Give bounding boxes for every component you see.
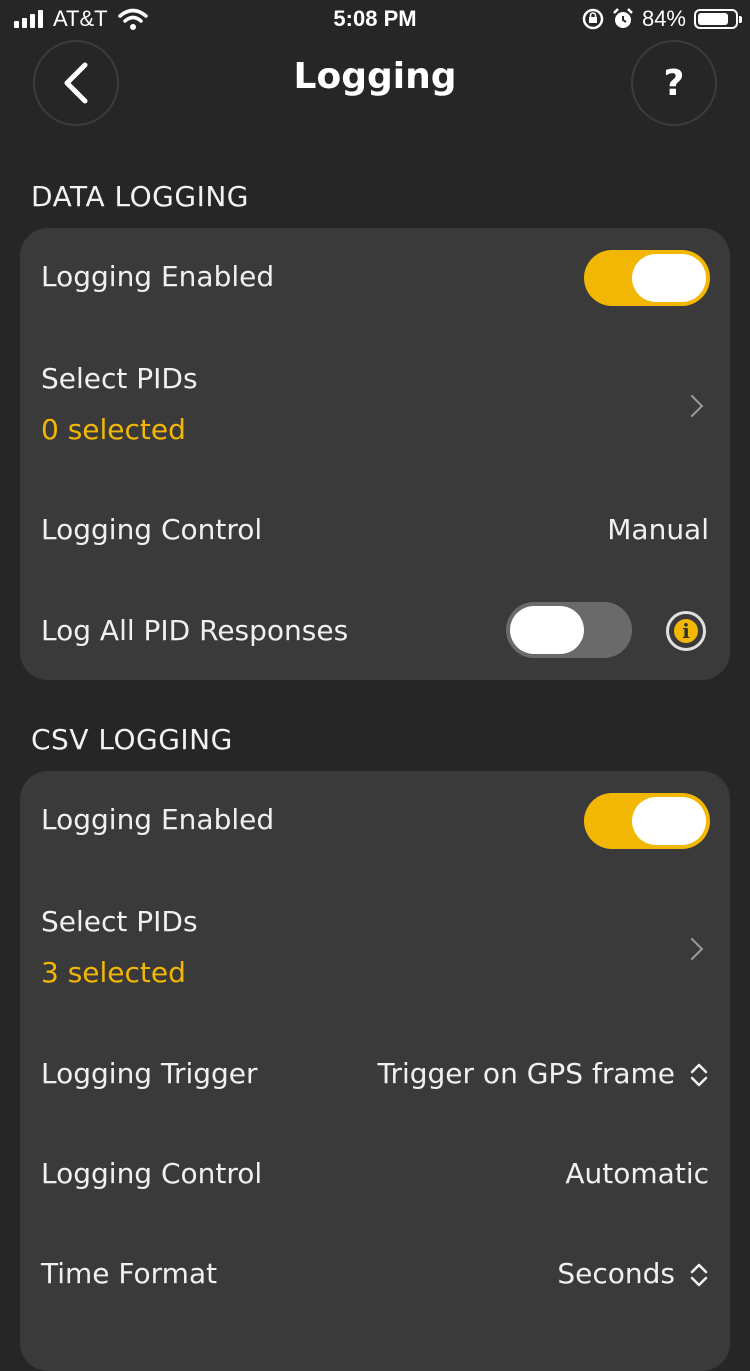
battery-percent: 84% <box>641 6 686 31</box>
trigger-select[interactable]: Trigger on GPS frame <box>377 1057 709 1090</box>
chevron-updown-icon <box>690 1063 708 1087</box>
row-label: Select PIDs <box>41 905 198 938</box>
status-bar: AT&T 5:08 PM 84% <box>0 0 750 40</box>
row-value: Automatic <box>565 1157 709 1190</box>
row-label: Time Format <box>41 1257 218 1290</box>
selected-count: 0 selected <box>41 413 186 446</box>
row-label: Logging Trigger <box>41 1057 258 1090</box>
csv-logging-enabled-row: Logging Enabled <box>20 771 730 871</box>
alarm-icon <box>613 8 633 28</box>
row-label: Logging Control <box>41 1157 263 1190</box>
time-format-row[interactable]: Time Format Seconds <box>20 1223 730 1323</box>
time-format-select[interactable]: Seconds <box>557 1257 709 1290</box>
chevron-right-icon <box>680 937 704 961</box>
section-header-csv-logging: CSV LOGGING <box>31 723 233 756</box>
battery-icon <box>694 9 742 29</box>
row-label: Select PIDs <box>41 362 198 395</box>
row-label: Logging Enabled <box>41 803 275 836</box>
row-label: Logging Control <box>41 513 263 546</box>
row-label: Log All PID Responses <box>41 614 349 647</box>
log-all-pid-row: Log All PID Responses i <box>20 580 730 680</box>
data-logging-card: Logging Enabled Select PIDs 0 selected L… <box>20 228 730 680</box>
section-header-data-logging: DATA LOGGING <box>31 180 249 213</box>
help-button[interactable]: ? <box>631 40 717 126</box>
info-icon[interactable]: i <box>666 611 706 651</box>
csv-select-pids-row[interactable]: Select PIDs 3 selected <box>20 871 730 1023</box>
chevron-right-icon <box>680 394 704 418</box>
csv-logging-enabled-toggle[interactable] <box>584 793 710 849</box>
chevron-updown-icon <box>690 1263 708 1287</box>
log-all-pid-toggle[interactable] <box>506 602 632 658</box>
row-value: Manual <box>607 513 709 546</box>
csv-logging-control-row[interactable]: Logging Control Automatic <box>20 1123 730 1223</box>
data-logging-enabled-row: Logging Enabled <box>20 228 730 328</box>
csv-logging-card: Logging Enabled Select PIDs 3 selected L… <box>20 771 730 1371</box>
row-value: Seconds <box>557 1257 675 1290</box>
csv-logging-trigger-row[interactable]: Logging Trigger Trigger on GPS frame <box>20 1023 730 1123</box>
row-value: Trigger on GPS frame <box>377 1057 675 1090</box>
selected-count: 3 selected <box>41 956 186 989</box>
row-label: Logging Enabled <box>41 260 275 293</box>
orientation-lock-icon <box>582 8 604 30</box>
data-logging-control-row[interactable]: Logging Control Manual <box>20 480 730 580</box>
data-logging-enabled-toggle[interactable] <box>584 250 710 306</box>
data-select-pids-row[interactable]: Select PIDs 0 selected <box>20 328 730 480</box>
